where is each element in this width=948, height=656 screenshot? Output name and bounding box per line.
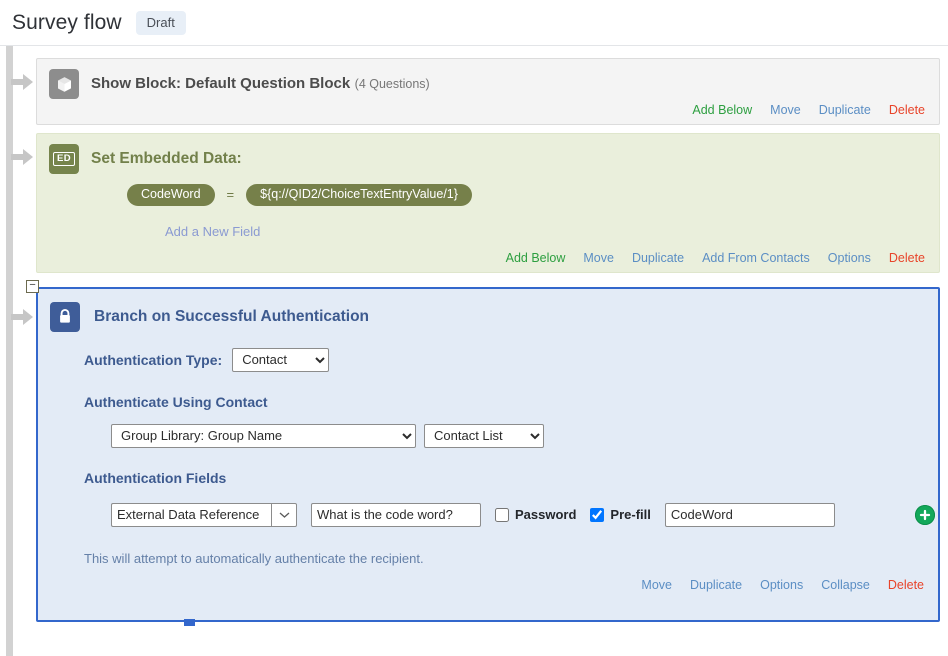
embedded-data-element[interactable]: ED Set Embedded Data: CodeWord = ${q://Q… — [36, 133, 940, 273]
flow-arrow-icon — [8, 58, 36, 90]
lock-icon — [50, 301, 80, 332]
contact-list-select[interactable]: Contact List — [424, 423, 544, 448]
ed-delete-link[interactable]: Delete — [889, 251, 925, 265]
authentication-type-select[interactable]: Contact — [232, 347, 330, 372]
add-new-field-link[interactable]: Add a New Field — [165, 224, 939, 239]
block-element-title: Show Block: Default Question Block — [91, 75, 351, 92]
authentication-fields-section: Authentication Fields External Data Refe… — [84, 470, 938, 527]
embedded-data-field-name[interactable]: CodeWord — [127, 184, 215, 206]
branch-element-actions: Move Duplicate Options Collapse Delete — [38, 566, 938, 600]
flow-row-branch: − Branch on Successful Authentication Au… — [8, 279, 940, 626]
block-move-link[interactable]: Move — [770, 103, 801, 117]
block-duplicate-link[interactable]: Duplicate — [819, 103, 871, 117]
embedded-data-field-value[interactable]: ${q://QID2/ChoiceTextEntryValue/1} — [246, 184, 472, 206]
branch-options-link[interactable]: Options — [760, 578, 803, 592]
ed-move-link[interactable]: Move — [583, 251, 614, 265]
authenticate-using-section: Authenticate Using Contact Group Library… — [84, 394, 938, 448]
password-checkbox-label: Password — [515, 507, 577, 522]
flow-row-embedded-data: ED Set Embedded Data: CodeWord = ${q://Q… — [8, 133, 940, 273]
branch-connector-nub — [184, 618, 195, 626]
field-type-combo[interactable]: External Data Reference — [111, 502, 297, 527]
branch-move-link[interactable]: Move — [641, 578, 672, 592]
embedded-data-equals-sign: = — [226, 187, 235, 203]
ed-badge-icon: ED — [49, 144, 79, 174]
authentication-type-label: Authentication Type: — [84, 351, 223, 368]
ed-duplicate-link[interactable]: Duplicate — [632, 251, 684, 265]
branch-element-body: Authentication Type: Contact Authenticat… — [38, 332, 938, 566]
authentication-hint-text: This will attempt to automatically authe… — [84, 550, 424, 566]
password-checkbox[interactable] — [495, 507, 509, 522]
embedded-data-field-row: CodeWord = ${q://QID2/ChoiceTextEntryVal… — [127, 184, 939, 206]
flow-row-block: Show Block: Default Question Block (4 Qu… — [8, 58, 940, 125]
add-field-button[interactable] — [914, 504, 935, 525]
survey-flow-canvas: Show Block: Default Question Block (4 Qu… — [0, 46, 948, 656]
branch-duplicate-link[interactable]: Duplicate — [690, 578, 742, 592]
authentication-type-row: Authentication Type: Contact — [84, 347, 938, 372]
branch-element-header: Branch on Successful Authentication — [38, 289, 938, 332]
prefill-checkbox[interactable] — [590, 507, 605, 522]
authentication-fields-label: Authentication Fields — [84, 469, 227, 486]
chevron-down-icon[interactable] — [271, 502, 297, 527]
embedded-data-title: Set Embedded Data: — [91, 150, 242, 167]
block-element-title-wrap: Show Block: Default Question Block (4 Qu… — [91, 75, 430, 93]
ed-options-link[interactable]: Options — [828, 251, 871, 265]
password-checkbox-wrap[interactable]: Password — [495, 507, 576, 522]
question-text-input[interactable] — [311, 502, 481, 527]
branch-element[interactable]: − Branch on Successful Authentication Au… — [26, 279, 940, 626]
field-type-value[interactable]: External Data Reference — [111, 502, 271, 527]
page-header: Survey flow Draft — [0, 0, 948, 46]
branch-collapse-link[interactable]: Collapse — [821, 578, 870, 592]
block-element[interactable]: Show Block: Default Question Block (4 Qu… — [36, 58, 940, 125]
collapse-toggle-icon[interactable]: − — [26, 279, 39, 293]
block-element-question-count: (4 Questions) — [354, 77, 430, 91]
branch-delete-link[interactable]: Delete — [888, 578, 924, 592]
group-library-select[interactable]: Group Library: Group Name — [111, 423, 416, 448]
prefill-value-input[interactable] — [664, 502, 835, 527]
contact-source-row: Group Library: Group Name Contact List — [111, 423, 938, 448]
embedded-data-actions: Add Below Move Duplicate Add From Contac… — [37, 239, 939, 272]
ed-add-below-link[interactable]: Add Below — [506, 251, 566, 265]
branch-element-title: Branch on Successful Authentication — [94, 307, 370, 325]
flow-arrow-icon — [8, 133, 36, 165]
prefill-checkbox-label: Pre-fill — [610, 507, 651, 522]
block-element-header: Show Block: Default Question Block (4 Qu… — [37, 59, 939, 103]
ed-add-from-contacts-link[interactable]: Add From Contacts — [702, 251, 810, 265]
authentication-field-row: External Data Reference Password — [111, 502, 938, 527]
status-badge: Draft — [135, 10, 186, 35]
page-title: Survey flow — [12, 10, 122, 34]
embedded-data-header: ED Set Embedded Data: — [37, 134, 939, 178]
authenticate-using-label: Authenticate Using Contact — [84, 393, 268, 410]
embedded-data-body: CodeWord = ${q://QID2/ChoiceTextEntryVal… — [37, 178, 939, 239]
block-delete-link[interactable]: Delete — [889, 103, 925, 117]
block-element-actions: Add Below Move Duplicate Delete — [37, 103, 939, 124]
cube-icon — [49, 69, 79, 99]
block-add-below-link[interactable]: Add Below — [692, 103, 752, 117]
prefill-checkbox-wrap[interactable]: Pre-fill — [590, 507, 651, 522]
ed-badge-text: ED — [53, 152, 75, 166]
